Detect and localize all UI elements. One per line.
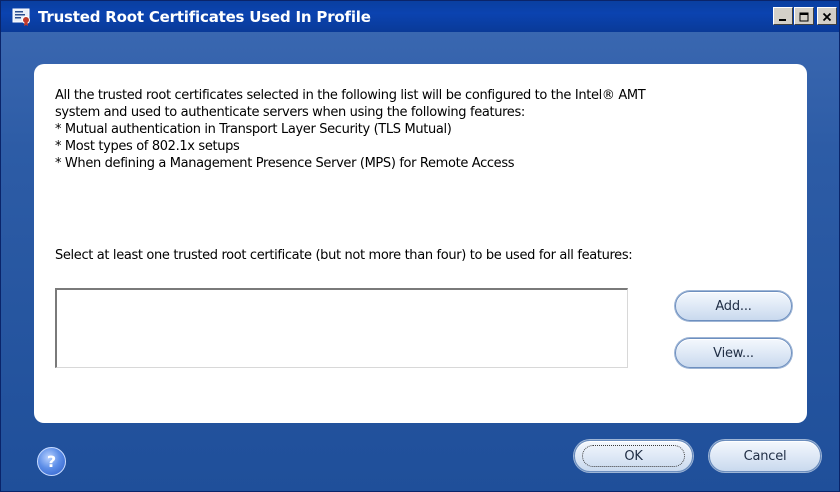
ok-button[interactable]: OK [574, 440, 693, 472]
certificate-list[interactable] [55, 288, 628, 368]
selection-prompt: Select at least one trusted root certifi… [55, 248, 633, 263]
window-controls [773, 7, 837, 25]
minimize-button[interactable] [773, 7, 793, 25]
help-button[interactable]: ? [37, 447, 66, 476]
description-text: All the trusted root certificates select… [55, 87, 800, 172]
add-button[interactable]: Add... [675, 291, 792, 321]
maximize-button[interactable] [794, 7, 814, 25]
minimize-icon [778, 7, 788, 26]
content-panel: All the trusted root certificates select… [34, 64, 807, 423]
window-title: Trusted Root Certificates Used In Profil… [38, 7, 371, 26]
maximize-icon [799, 7, 810, 26]
title-bar[interactable]: Trusted Root Certificates Used In Profil… [1, 1, 839, 32]
description-line: system and used to authenticate servers … [55, 105, 525, 120]
dialog-window: Trusted Root Certificates Used In Profil… [0, 0, 840, 492]
close-icon [822, 7, 832, 26]
description-line: * When defining a Management Presence Se… [55, 156, 515, 171]
cancel-button[interactable]: Cancel [709, 440, 821, 472]
focus-outline: OK [582, 445, 685, 467]
view-button[interactable]: View... [675, 338, 792, 368]
close-button[interactable] [817, 7, 837, 25]
description-line: * Mutual authentication in Transport Lay… [55, 122, 452, 137]
help-icon: ? [46, 452, 57, 471]
certificate-app-icon [12, 7, 32, 27]
ok-label: OK [624, 448, 643, 464]
description-line: All the trusted root certificates select… [55, 88, 646, 103]
description-line: * Most types of 802.1x setups [55, 139, 240, 154]
